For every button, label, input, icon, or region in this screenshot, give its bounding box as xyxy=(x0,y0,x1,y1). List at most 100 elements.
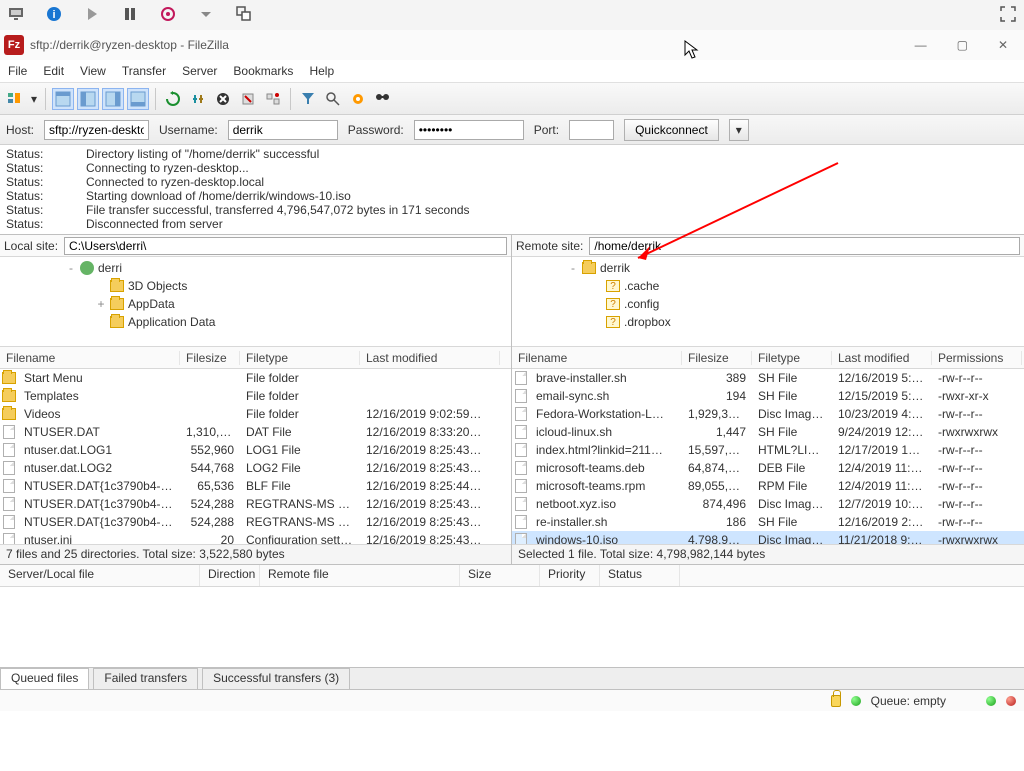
file-cell: 12/17/2019 12:… xyxy=(832,443,932,457)
monitor-icon[interactable] xyxy=(8,6,24,25)
menu-help[interactable]: Help xyxy=(309,64,334,78)
file-row[interactable]: microsoft-teams.rpm89,055,321RPM File12/… xyxy=(512,477,1024,495)
tree-item[interactable]: - derrik xyxy=(568,259,1018,277)
file-row[interactable]: microsoft-teams.deb64,874,490DEB File12/… xyxy=(512,459,1024,477)
menu-bookmarks[interactable]: Bookmarks xyxy=(233,64,293,78)
column-header[interactable]: Filetype xyxy=(752,351,832,365)
file-row[interactable]: TemplatesFile folder xyxy=(0,387,511,405)
file-cell: -rw-r--r-- xyxy=(932,407,1022,421)
column-header[interactable]: Size xyxy=(460,565,540,586)
queue-tab[interactable]: Queued files xyxy=(0,668,89,689)
file-row[interactable]: email-sync.sh194SH File12/15/2019 5:2…-r… xyxy=(512,387,1024,405)
queue-tab[interactable]: Successful transfers (3) xyxy=(202,668,350,689)
file-row[interactable]: ntuser.dat.LOG1552,960LOG1 File12/16/201… xyxy=(0,441,511,459)
message-log[interactable]: Status:Directory listing of "/home/derri… xyxy=(0,145,1024,235)
column-header[interactable]: Remote file xyxy=(260,565,460,586)
file-row[interactable]: brave-installer.sh389SH File12/16/2019 5… xyxy=(512,369,1024,387)
tree-item[interactable]: ?.cache xyxy=(592,277,1018,295)
reconnect-icon[interactable] xyxy=(262,88,284,110)
toggle-log-icon[interactable] xyxy=(52,88,74,110)
file-row[interactable]: Fedora-Workstation-L…1,929,379,…Disc Ima… xyxy=(512,405,1024,423)
username-input[interactable] xyxy=(228,120,338,140)
column-header[interactable]: Filetype xyxy=(240,351,360,365)
tree-item[interactable]: 3D Objects xyxy=(96,277,505,295)
column-header[interactable]: Filename xyxy=(512,351,682,365)
tree-expander-icon[interactable]: + xyxy=(96,297,106,311)
column-header[interactable]: Status xyxy=(600,565,680,586)
column-header[interactable]: Server/Local file xyxy=(0,565,200,586)
windows-icon[interactable] xyxy=(236,6,252,25)
transfer-queue-body[interactable] xyxy=(0,587,1024,667)
close-button[interactable]: ✕ xyxy=(998,38,1008,52)
search-icon[interactable] xyxy=(372,88,394,110)
maximize-button[interactable]: ▢ xyxy=(957,38,968,52)
column-header[interactable]: Last modified xyxy=(832,351,932,365)
file-row[interactable]: index.html?linkid=211…15,597,200HTML?LIN… xyxy=(512,441,1024,459)
file-row[interactable]: icloud-linux.sh1,447SH File9/24/2019 12:… xyxy=(512,423,1024,441)
tree-item[interactable]: -derri xyxy=(66,259,505,277)
file-row[interactable]: ntuser.ini20Configuration setti…12/16/20… xyxy=(0,531,511,544)
tree-expander-icon[interactable]: - xyxy=(66,261,76,275)
queue-tab[interactable]: Failed transfers xyxy=(93,668,198,689)
site-manager-dropdown-icon[interactable]: ▾ xyxy=(29,88,39,110)
tree-item[interactable]: +AppData xyxy=(96,295,505,313)
column-header[interactable]: Filename xyxy=(0,351,180,365)
folder-icon xyxy=(582,262,596,274)
host-input[interactable] xyxy=(44,120,149,140)
file-row[interactable]: NTUSER.DAT1,310,720DAT File12/16/2019 8:… xyxy=(0,423,511,441)
menu-view[interactable]: View xyxy=(80,64,106,78)
remote-path-input[interactable] xyxy=(589,237,1020,255)
port-input[interactable] xyxy=(569,120,614,140)
quickconnect-dropdown-icon[interactable]: ▾ xyxy=(729,119,749,141)
file-row[interactable]: VideosFile folder12/16/2019 9:02:59… xyxy=(0,405,511,423)
tree-expander-icon[interactable]: - xyxy=(568,261,578,275)
toggle-tree-local-icon[interactable] xyxy=(77,88,99,110)
tree-item[interactable]: Application Data xyxy=(96,313,505,331)
tree-item-label: derrik xyxy=(600,261,630,275)
file-row[interactable]: NTUSER.DAT{1c3790b4-b…524,288REGTRANS-MS… xyxy=(0,513,511,531)
pause-icon[interactable] xyxy=(122,6,138,25)
column-header[interactable]: Direction xyxy=(200,565,260,586)
file-row[interactable]: Start MenuFile folder xyxy=(0,369,511,387)
column-header[interactable]: Filesize xyxy=(180,351,240,365)
site-manager-icon[interactable] xyxy=(4,88,26,110)
minimize-button[interactable]: — xyxy=(915,38,927,52)
column-header[interactable]: Last modified xyxy=(360,351,500,365)
record-icon[interactable] xyxy=(160,6,176,25)
compare-icon[interactable] xyxy=(322,88,344,110)
fullscreen-icon[interactable] xyxy=(1000,6,1016,25)
cancel-icon[interactable] xyxy=(212,88,234,110)
file-row[interactable]: netboot.xyz.iso874,496Disc Image…12/7/20… xyxy=(512,495,1024,513)
filter-icon[interactable] xyxy=(297,88,319,110)
refresh-icon[interactable] xyxy=(162,88,184,110)
column-header[interactable]: Permissions xyxy=(932,351,1022,365)
menu-file[interactable]: File xyxy=(8,64,27,78)
file-row[interactable]: NTUSER.DAT{1c3790b4-b…524,288REGTRANS-MS… xyxy=(0,495,511,513)
local-tree[interactable]: -derri3D Objects+AppDataApplication Data xyxy=(0,257,511,347)
file-cell: ntuser.dat.LOG1 xyxy=(18,443,180,457)
column-header[interactable]: Priority xyxy=(540,565,600,586)
play-icon[interactable] xyxy=(84,6,100,25)
dropdown-icon[interactable] xyxy=(198,6,214,25)
remote-tree[interactable]: - derrik ?.cache?.config?.dropbox xyxy=(512,257,1024,347)
password-input[interactable] xyxy=(414,120,524,140)
sync-browse-icon[interactable] xyxy=(347,88,369,110)
info-icon[interactable]: i xyxy=(46,6,62,25)
toggle-queue-icon[interactable] xyxy=(127,88,149,110)
menu-server[interactable]: Server xyxy=(182,64,217,78)
file-row[interactable]: ntuser.dat.LOG2544,768LOG2 File12/16/201… xyxy=(0,459,511,477)
file-row[interactable]: re-installer.sh186SH File12/16/2019 2:4…… xyxy=(512,513,1024,531)
file-row[interactable]: windows-10.iso4,798,982,…Disc Image…11/2… xyxy=(512,531,1024,544)
filezilla-logo-icon: Fz xyxy=(4,35,24,55)
toggle-tree-remote-icon[interactable] xyxy=(102,88,124,110)
process-queue-icon[interactable] xyxy=(187,88,209,110)
menu-transfer[interactable]: Transfer xyxy=(122,64,166,78)
column-header[interactable]: Filesize xyxy=(682,351,752,365)
disconnect-icon[interactable] xyxy=(237,88,259,110)
tree-item[interactable]: ?.dropbox xyxy=(592,313,1018,331)
quickconnect-button[interactable]: Quickconnect xyxy=(624,119,719,141)
menu-edit[interactable]: Edit xyxy=(43,64,64,78)
tree-item[interactable]: ?.config xyxy=(592,295,1018,313)
file-row[interactable]: NTUSER.DAT{1c3790b4-b…65,536BLF File12/1… xyxy=(0,477,511,495)
local-path-input[interactable] xyxy=(64,237,507,255)
